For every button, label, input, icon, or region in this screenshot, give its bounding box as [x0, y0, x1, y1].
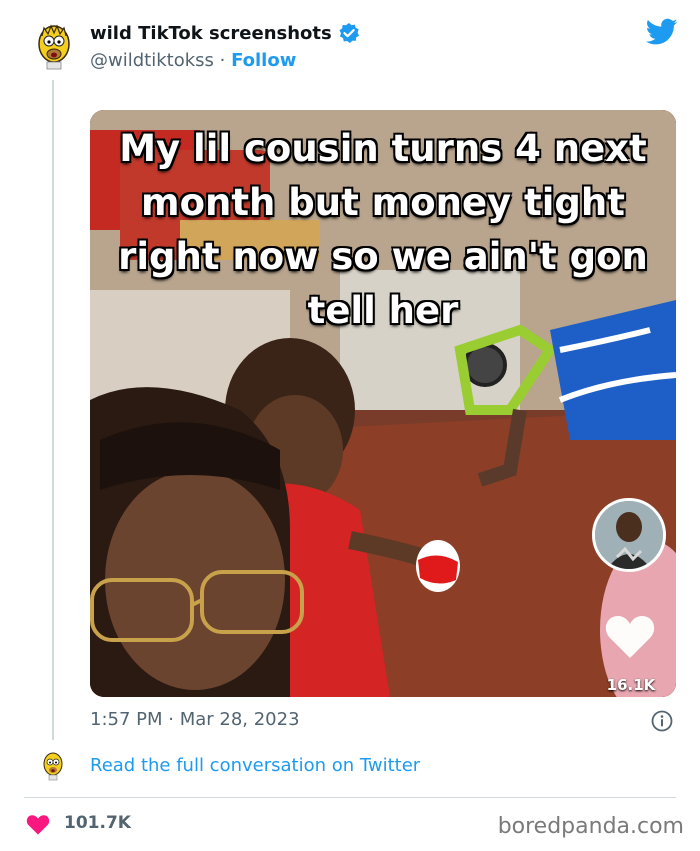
watermark: boredpanda.com [497, 814, 684, 839]
author-name-row[interactable]: wild TikTok screenshots [90, 22, 360, 44]
tiktok-like-count: 16.1K [606, 676, 656, 694]
like-count: 101.7K [64, 813, 131, 833]
handle-row: @wildtiktokss · Follow [90, 50, 296, 71]
tiktok-creator-avatar[interactable] [592, 498, 666, 572]
handle-separator: · [213, 50, 232, 71]
display-name[interactable]: wild TikTok screenshots [90, 23, 332, 44]
verified-badge-icon [339, 23, 359, 43]
thread-line [52, 80, 54, 740]
handle[interactable]: @wildtiktokss [90, 50, 214, 71]
follow-button[interactable]: Follow [231, 50, 296, 71]
avatar[interactable] [36, 24, 72, 70]
heart-icon[interactable] [604, 614, 656, 660]
avatar-icon [43, 752, 63, 781]
info-icon[interactable] [651, 710, 673, 732]
video-caption: My lil cousin turns 4 next month but mon… [118, 127, 648, 332]
tweet-media[interactable]: My lil cousin turns 4 next month but mon… [90, 110, 676, 697]
creator-photo [595, 501, 663, 569]
tweet-timestamp[interactable]: 1:57 PM · Mar 28, 2023 [90, 709, 300, 730]
heart-icon[interactable] [26, 814, 50, 835]
read-full-conversation-link[interactable]: Read the full conversation on Twitter [90, 755, 420, 776]
twitter-bird-icon[interactable] [646, 18, 678, 46]
divider [24, 797, 676, 798]
